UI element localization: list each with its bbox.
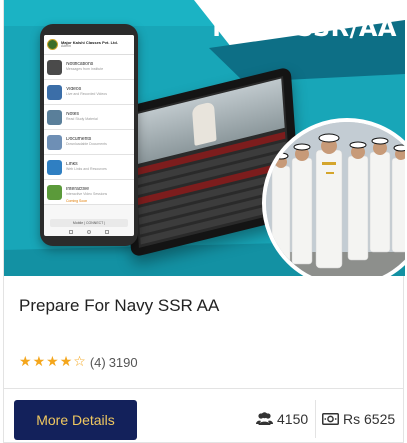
phone-menu-subtitle: Interactive Video Sessions bbox=[66, 191, 108, 196]
phone-menu-item: Notifications Messages from Institute bbox=[44, 55, 134, 80]
interactive-icon bbox=[47, 184, 62, 200]
star-filled-icon: ★ bbox=[32, 353, 46, 369]
phone-menu-subtitle: Web Links and Resources bbox=[66, 166, 107, 171]
star-filled-icon: ★ bbox=[19, 353, 32, 369]
rating-stars: ★★★★☆ bbox=[19, 353, 87, 371]
star-filled-icon: ★ bbox=[59, 353, 73, 369]
phone-menu-subtitle: Live and Recorded Videos bbox=[66, 91, 107, 96]
phone-user: Admin bbox=[61, 43, 71, 48]
phone-mockup: Major Kalshi Classes Pvt. Ltd. Admin Not… bbox=[40, 24, 138, 246]
course-card[interactable]: NAVY SSR/AA Major Kalshi Classes Pvt. Lt… bbox=[3, 0, 405, 443]
rating-row: ★★★★☆ (4) 3190 bbox=[19, 353, 138, 371]
course-title[interactable]: Prepare For Navy SSR AA bbox=[19, 296, 219, 316]
notes-icon bbox=[47, 109, 62, 125]
phone-menu-item: Notes Read Study Material bbox=[44, 105, 134, 130]
phone-menu-subtitle: Downloadable Documents bbox=[66, 141, 107, 146]
institute-logo-icon bbox=[47, 39, 58, 50]
phone-coming-soon: Coming Soon bbox=[66, 199, 88, 203]
phone-menu-subtitle: Messages from Institute bbox=[66, 66, 104, 71]
money-bill-icon bbox=[322, 413, 339, 425]
price-stat: Rs 6525 bbox=[322, 409, 395, 429]
phone-menu-item: Documents Downloadable Documents bbox=[44, 130, 134, 155]
star-empty-icon: ☆ bbox=[73, 353, 86, 369]
course-banner-image[interactable]: NAVY SSR/AA Major Kalshi Classes Pvt. Lt… bbox=[4, 0, 405, 276]
video-icon bbox=[47, 84, 62, 100]
phone-menu-item: Videos Live and Recorded Videos bbox=[44, 80, 134, 105]
stats-divider bbox=[315, 400, 316, 438]
students-count: 4150 bbox=[277, 411, 309, 427]
phone-menu-subtitle: Read Study Material bbox=[66, 116, 98, 121]
phone-menu-item: Links Web Links and Resources bbox=[44, 155, 134, 180]
price-value: Rs 6525 bbox=[343, 411, 396, 427]
documents-icon bbox=[47, 134, 62, 150]
view-count: 3190 bbox=[108, 354, 138, 370]
students-stat: 4150 bbox=[256, 409, 308, 429]
star-filled-icon: ★ bbox=[46, 353, 59, 369]
banner-title: NAVY SSR/AA bbox=[212, 14, 397, 42]
review-count: (4) bbox=[89, 354, 106, 370]
bell-icon bbox=[47, 59, 62, 75]
users-icon bbox=[256, 412, 273, 425]
card-divider bbox=[4, 388, 403, 389]
phone-footer: Mobile | CONNECT | bbox=[50, 219, 128, 227]
more-details-button[interactable]: More Details bbox=[14, 400, 137, 440]
link-icon bbox=[47, 159, 62, 175]
